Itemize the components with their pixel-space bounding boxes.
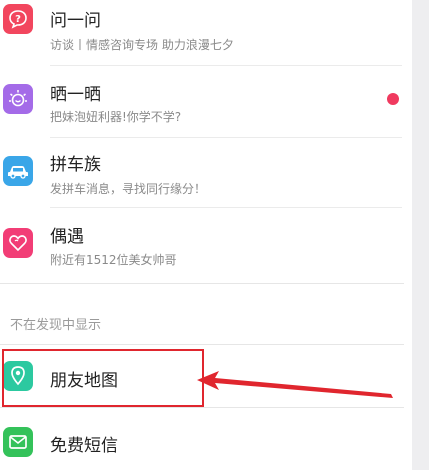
car-icon — [3, 156, 33, 186]
menu-item-carpool[interactable]: 拼车族 发拼车消息，寻找同行缘分！ — [0, 138, 412, 208]
highlight-box — [2, 349, 204, 407]
svg-text:?: ? — [15, 14, 21, 25]
menu-item-subtitle: 附近有1512位美女帅哥 — [50, 253, 177, 267]
menu-item-encounter[interactable]: 偶遇 附近有1512位美女帅哥 — [0, 208, 412, 280]
sun-face-icon — [3, 84, 33, 114]
menu-item-title: 偶遇 — [50, 227, 84, 247]
menu-item-title: 问一问 — [50, 11, 101, 31]
right-edge — [412, 0, 429, 470]
menu-item-show[interactable]: 晒一晒 把妹泡妞利器!你学不学? — [0, 66, 412, 138]
menu-item-ask[interactable]: ? 问一问 访谈丨情感咨询专场 助力浪漫七夕 — [0, 0, 412, 66]
section-label: 不在发现中显示 — [10, 318, 102, 333]
menu-item-subtitle: 把妹泡妞利器!你学不学? — [50, 110, 182, 124]
menu-item-subtitle: 发拼车消息，寻找同行缘分！ — [50, 182, 207, 196]
heart-icon — [3, 228, 33, 258]
section-divider — [0, 283, 404, 284]
menu-item-title: 晒一晒 — [50, 85, 101, 105]
menu-item-subtitle: 访谈丨情感咨询专场 助力浪漫七夕 — [50, 38, 234, 52]
question-bubble-icon: ? — [3, 4, 33, 34]
envelope-icon — [3, 427, 33, 457]
annotation-arrow — [197, 371, 393, 398]
menu-item-free-sms[interactable]: 免费短信 — [0, 408, 412, 470]
menu-item-title: 免费短信 — [50, 436, 118, 456]
menu-item-title: 拼车族 — [50, 155, 101, 175]
new-badge-dot — [387, 93, 399, 105]
